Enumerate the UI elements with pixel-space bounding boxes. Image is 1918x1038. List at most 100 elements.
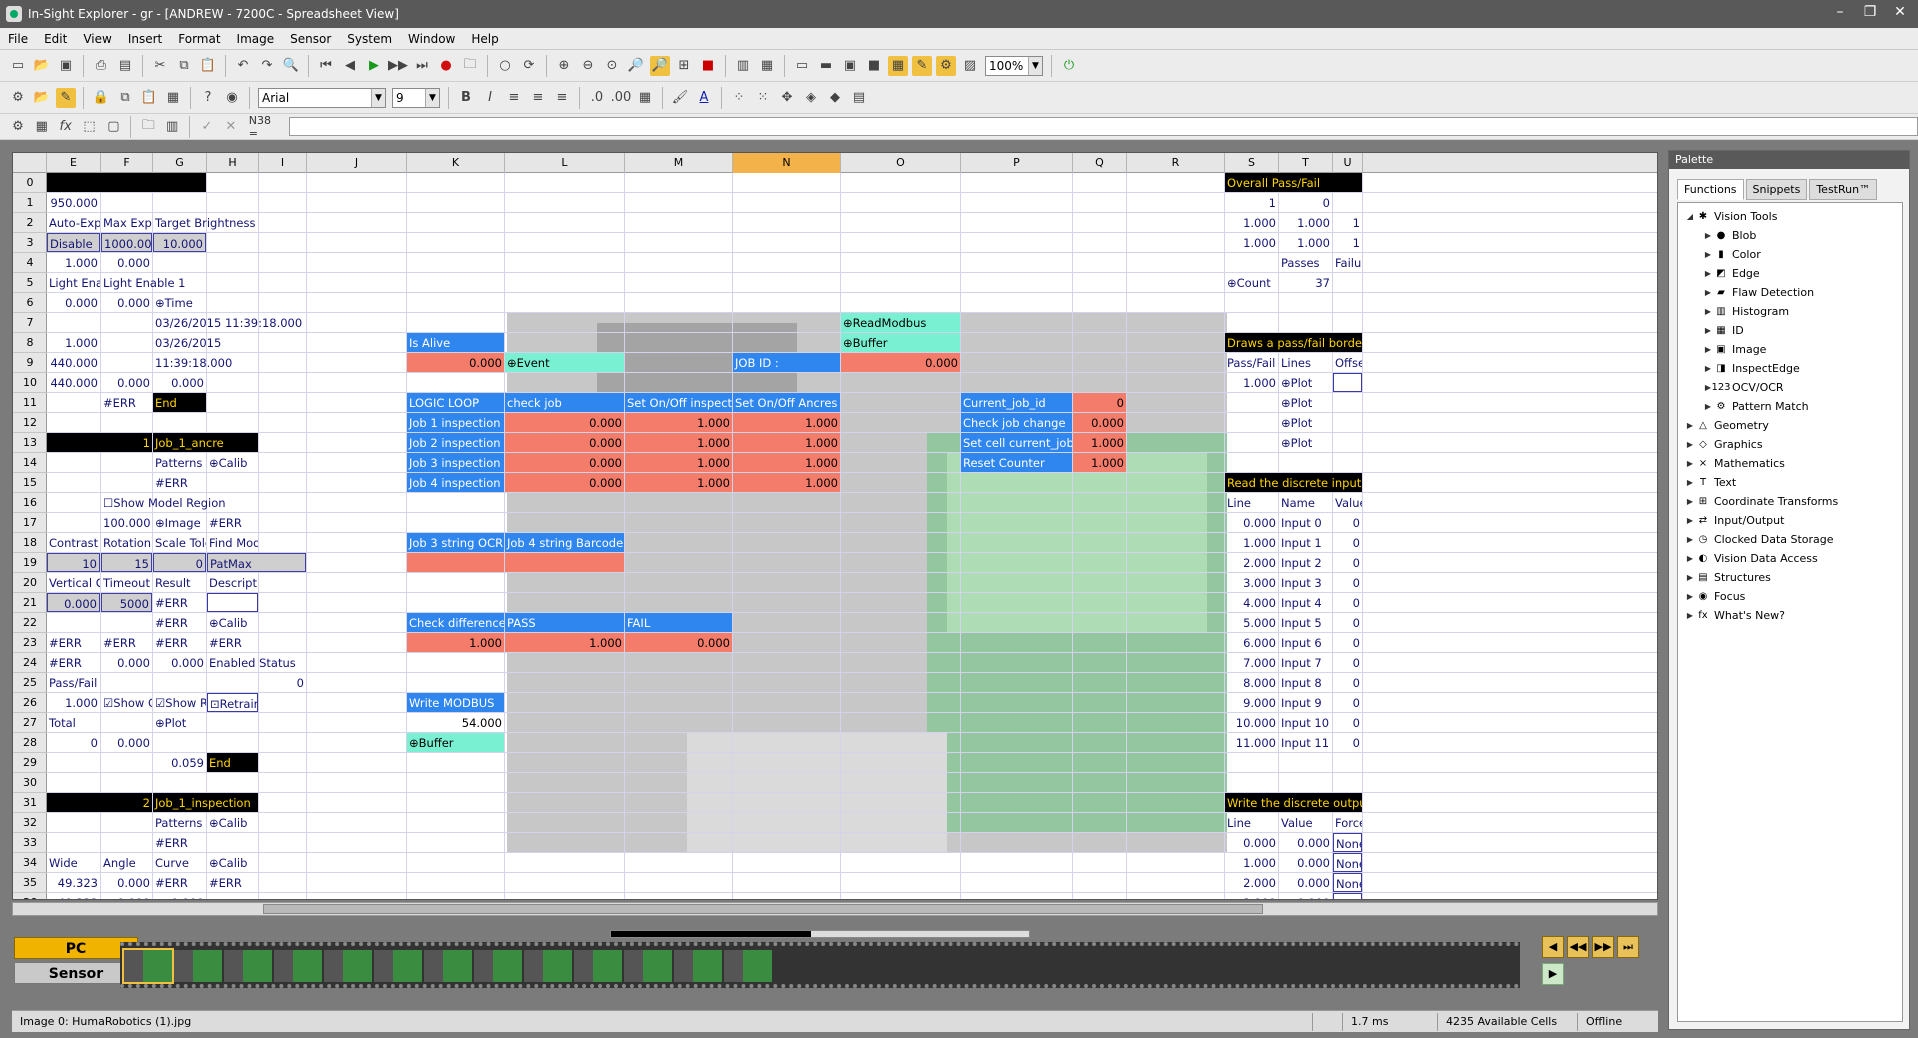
expand-icon[interactable]: ▶ [1702,245,1714,264]
palette-item-image[interactable]: ▶ ▣ Image [1678,340,1902,359]
cell-u17[interactable]: 0 [1333,513,1362,532]
copy-job-icon[interactable]: ⧉ [115,88,135,108]
cell-t12[interactable]: ⊕Plot [1279,413,1332,432]
corner-cell[interactable] [13,153,47,173]
cell-t34[interactable]: 0.000 [1279,853,1332,872]
table-icon[interactable]: ▦ [32,117,52,137]
formula-input[interactable] [289,117,1918,136]
expand-icon[interactable]: ▶ [1702,264,1714,283]
cell-h34[interactable]: ⊕Calib [207,853,258,872]
graphics-6-icon[interactable]: ▤ [849,88,869,108]
zoom-window-icon[interactable]: ⊞ [674,56,694,76]
cell-f34[interactable]: Angle [101,853,152,872]
cell-k28[interactable]: ⊕Buffer [407,733,504,752]
cell-k18[interactable]: Job 3 string OCR [407,533,504,552]
palette-item-vision-data-access[interactable]: ▶ ◐ Vision Data Access [1678,549,1902,568]
row-header[interactable]: 36 [13,893,47,899]
cell-s15[interactable]: Read the discrete inputs [1225,473,1362,492]
palette-item-clocked-data-storage[interactable]: ▶ ◷ Clocked Data Storage [1678,530,1902,549]
cell-s3[interactable]: 1.000 [1225,233,1278,252]
view-4-icon[interactable]: ■ [864,56,884,76]
folder-icon[interactable]: 🗀 [460,56,480,76]
row-header[interactable]: 20 [13,573,47,593]
cell-m22[interactable]: FAIL [625,613,732,632]
print-preview-icon[interactable]: ▤ [115,56,135,76]
row-header[interactable]: 0 [13,173,47,193]
cell-u16[interactable]: Value [1333,493,1362,512]
cell-s1[interactable]: 1 [1225,193,1278,212]
cell-u32[interactable]: Force [1333,813,1362,832]
row-header[interactable]: 9 [13,353,47,373]
expand-icon[interactable]: ▶ [1684,511,1696,530]
cell-f19[interactable]: 15 [101,553,152,572]
row-header[interactable]: 25 [13,673,47,693]
cell-s31[interactable]: Write the discrete outputs [1225,793,1362,812]
cell-s36[interactable]: 3.000 [1225,893,1278,899]
expand-icon[interactable]: ▶ [1684,473,1696,492]
insert-function-icon[interactable]: ⚙ [8,117,28,137]
cell-k12[interactable]: Job 1 inspection [407,413,504,432]
frame-icon[interactable]: ▢ [103,117,123,137]
cell-e1[interactable]: 950.000 [47,193,100,212]
cell-e28[interactable]: 0 [47,733,100,752]
cell-g3[interactable]: 10.000 [153,233,206,252]
cell-h29[interactable]: End [207,753,258,772]
cell-h26[interactable]: ⊡Retrain [207,693,258,712]
cell-g14[interactable]: Patterns [153,453,206,472]
fill-color-icon[interactable]: 🖌 [670,88,690,108]
filmstrip-thumbnail[interactable] [324,950,372,982]
cell-h32[interactable]: ⊕Calib [207,813,258,832]
cell-f20[interactable]: Timeout [101,573,152,592]
cell-t22[interactable]: Input 5 [1279,613,1332,632]
column-header-h[interactable]: H [207,153,259,173]
cell-q13[interactable]: 1.000 [1073,433,1126,452]
row-header[interactable]: 31 [13,793,47,813]
cell-k15[interactable]: Job 4 inspection [407,473,504,492]
cell-g9[interactable]: 11:39:18.000 [153,353,258,372]
cell-f10[interactable]: 0.000 [101,373,152,392]
column-header-e[interactable]: E [47,153,101,173]
cell-s20[interactable]: 3.000 [1225,573,1278,592]
cell-t2[interactable]: 1.000 [1279,213,1332,232]
cell-s22[interactable]: 5.000 [1225,613,1278,632]
image-icon[interactable]: ▨ [960,56,980,76]
palette-tab-functions[interactable]: Functions [1677,179,1744,200]
cell-u25[interactable]: 0 [1333,673,1362,692]
cell-g17[interactable]: ⊕Image [153,513,206,532]
row-header[interactable]: 26 [13,693,47,713]
cell-u35[interactable]: None [1333,873,1362,892]
cell-k11[interactable]: LOGIC LOOP [407,393,504,412]
cell-l11[interactable]: check job [505,393,624,412]
filmstrip-thumbnail[interactable] [574,950,622,982]
cell-g31[interactable]: Job_1_inspection [153,793,258,812]
zoom-icon[interactable]: 🔎 [626,56,646,76]
expand-icon[interactable]: ▶ [1702,283,1714,302]
cell-u21[interactable]: 0 [1333,593,1362,612]
cell-e18[interactable]: Contrast Th [47,533,100,552]
cell-t1[interactable]: 0 [1279,193,1332,212]
zoom-select[interactable]: 100% ▼ [985,55,1043,76]
row-header[interactable]: 32 [13,813,47,833]
expand-icon[interactable]: ▶ [1702,359,1714,378]
cell-m13[interactable]: 1.000 [625,433,732,452]
row-header[interactable]: 16 [13,493,47,513]
cell-s21[interactable]: 4.000 [1225,593,1278,612]
cell-k19[interactable] [407,553,504,572]
cell-s19[interactable]: 2.000 [1225,553,1278,572]
palette-item-geometry[interactable]: ▶ △ Geometry [1678,416,1902,435]
cell-m23[interactable]: 0.000 [625,633,732,652]
help-icon[interactable]: ? [198,88,218,108]
menu-format[interactable]: Format [170,32,228,46]
cell-t33[interactable]: 0.000 [1279,833,1332,852]
cell-f35[interactable]: 0.000 [101,873,152,892]
filmstrip-thumbnail[interactable] [122,948,174,984]
column-header-k[interactable]: K [407,153,505,173]
align-left-icon[interactable]: ≡ [504,88,524,108]
job-icon[interactable]: ⚙ [8,88,28,108]
chart-icon[interactable]: ▦ [757,56,777,76]
expand-icon[interactable]: ▶ [1702,302,1714,321]
row-header[interactable]: 28 [13,733,47,753]
cell-t20[interactable]: Input 3 [1279,573,1332,592]
filmstrip[interactable] [120,942,1520,988]
cell-u4[interactable]: Failure [1333,253,1362,272]
